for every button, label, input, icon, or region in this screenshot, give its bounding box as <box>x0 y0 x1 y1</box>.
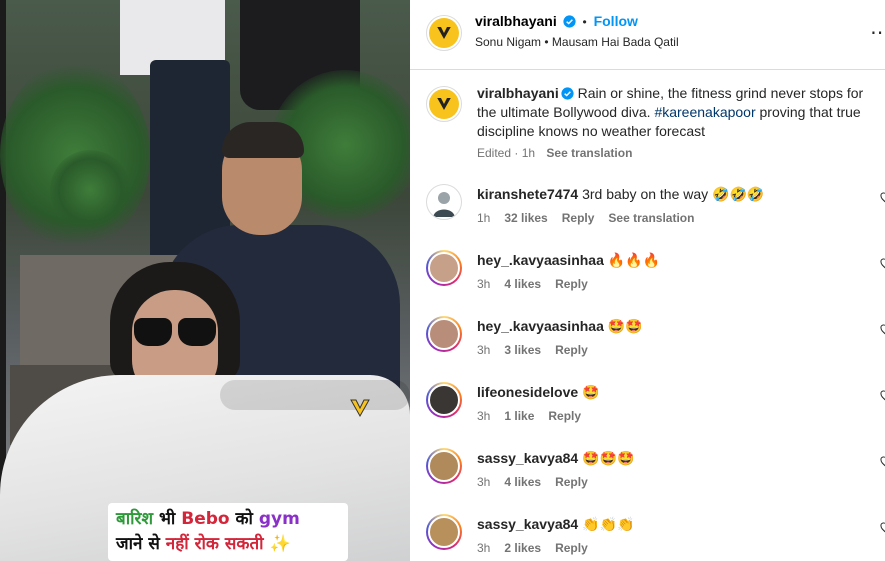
more-options-icon[interactable]: ⋯ <box>870 20 885 45</box>
comment-body: sassy_kavya84 👏👏👏 <box>477 516 634 533</box>
comment-item: sassy_kavya84 🤩🤩🤩 3h 4 likes Reply <box>426 448 885 508</box>
caption-meta: Edited · 1h See translation <box>477 146 632 160</box>
comment-emoji: 👏👏👏 <box>582 517 635 533</box>
comment-emoji: 🤩🤩 <box>607 319 643 335</box>
reply-button[interactable]: Reply <box>555 475 588 489</box>
reply-button[interactable]: Reply <box>555 277 588 291</box>
reply-button[interactable]: Reply <box>555 343 588 357</box>
overlay-segment: भी <box>158 509 182 529</box>
commenter-avatar[interactable] <box>426 448 462 484</box>
comment-likes[interactable]: 3 likes <box>504 343 541 357</box>
comment-meta: 3h 4 likes Reply <box>477 475 602 489</box>
video-text-overlay: बारिश भी Bebo को gym जाने से नहीं रोक सक… <box>108 503 348 561</box>
comment-body: hey_.kavyaasinhaa 🤩🤩 <box>477 318 643 335</box>
like-heart-icon[interactable] <box>880 456 885 468</box>
overlay-segment: बारिश <box>116 509 159 529</box>
comment-likes[interactable]: 1 like <box>504 409 534 423</box>
overlay-segment: ✨ <box>269 534 291 554</box>
commenter-avatar[interactable] <box>426 382 462 418</box>
comment-time: 3h <box>477 475 491 489</box>
commenter-avatar[interactable] <box>426 184 462 220</box>
comment-emoji: 🤣🤣🤣 <box>712 187 765 203</box>
hashtag-link[interactable]: #kareenakapoor <box>654 104 755 120</box>
commenter-username[interactable]: kiranshete7474 <box>477 186 578 202</box>
commenter-username[interactable]: lifeonesidelove <box>477 384 578 400</box>
commenter-username[interactable]: sassy_kavya84 <box>477 516 578 532</box>
like-heart-icon[interactable] <box>880 324 885 336</box>
comment-item: kiranshete7474 3rd baby on the way 🤣🤣🤣 1h… <box>426 184 885 244</box>
comment-body: kiranshete7474 3rd baby on the way 🤣🤣🤣 <box>477 186 764 203</box>
sunglasses <box>134 318 216 348</box>
reply-button[interactable]: Reply <box>555 541 588 555</box>
reel-video[interactable]: बारिश भी Bebo को gym जाने से नहीं रोक सक… <box>0 0 410 561</box>
reply-button[interactable]: Reply <box>548 409 581 423</box>
car-reflection <box>220 380 410 410</box>
verified-badge-icon <box>563 15 576 28</box>
comment-emoji: 🤩🤩🤩 <box>582 451 635 467</box>
comment-time: 3h <box>477 343 491 357</box>
caption-see-translation[interactable]: See translation <box>546 146 632 160</box>
post-header: viralbhayani • Follow Sonu Nigam • Mausa… <box>410 0 885 70</box>
watermark-logo-icon <box>350 399 370 418</box>
post-side-panel: viralbhayani • Follow Sonu Nigam • Mausa… <box>410 0 885 561</box>
overlay-line-1: बारिश भी Bebo को gym <box>116 507 340 531</box>
overlay-segment: gym <box>258 509 300 529</box>
verified-badge-icon <box>561 87 574 100</box>
plant-left-small <box>50 150 130 230</box>
audio-track[interactable]: Sonu Nigam • Mausam Hai Bada Qatil <box>475 35 679 49</box>
comment-emoji: 🔥🔥🔥 <box>607 253 661 269</box>
comment-time: 3h <box>477 409 491 423</box>
see-translation-button[interactable]: See translation <box>608 211 694 225</box>
comment-item: hey_.kavyaasinhaa 🔥🔥🔥 3h 4 likes Reply <box>426 250 885 310</box>
comment-likes[interactable]: 4 likes <box>504 277 541 291</box>
comment-time: 3h <box>477 541 491 555</box>
header-line: viralbhayani • Follow <box>475 13 638 29</box>
header-separator: • <box>582 15 587 29</box>
comment-meta: 1h 32 likes Reply See translation <box>477 211 708 225</box>
commenter-username[interactable]: sassy_kavya84 <box>477 450 578 466</box>
comment-item: lifeonesidelove 🤩 3h 1 like Reply <box>426 382 885 442</box>
bodyguard-hair <box>222 122 304 158</box>
commenter-username[interactable]: hey_.kavyaasinhaa <box>477 252 604 268</box>
commenter-avatar[interactable] <box>426 514 462 550</box>
viral-logo-icon <box>437 98 451 110</box>
caption-text: viralbhayani Rain or shine, the fitness … <box>477 84 877 141</box>
comment-meta: 3h 2 likes Reply <box>477 541 602 555</box>
commenter-avatar[interactable] <box>426 250 462 286</box>
comment-meta: 3h 1 like Reply <box>477 409 595 423</box>
overlay-segment: Bebo <box>181 509 236 529</box>
comment-likes[interactable]: 4 likes <box>504 475 541 489</box>
comment-likes[interactable]: 32 likes <box>504 211 547 225</box>
author-username[interactable]: viralbhayani <box>475 13 557 29</box>
like-heart-icon[interactable] <box>880 522 885 534</box>
overlay-segment: को <box>235 509 259 529</box>
like-heart-icon[interactable] <box>880 258 885 270</box>
reply-button[interactable]: Reply <box>562 211 595 225</box>
comment-time: 1h <box>477 211 491 225</box>
author-avatar[interactable] <box>426 15 462 51</box>
commenter-username[interactable]: hey_.kavyaasinhaa <box>477 318 604 334</box>
comment-emoji: 🤩 <box>582 385 600 401</box>
viral-logo-icon <box>437 27 451 39</box>
comment-body: lifeonesidelove 🤩 <box>477 384 599 401</box>
comment-meta: 3h 4 likes Reply <box>477 277 602 291</box>
commenter-avatar[interactable] <box>426 316 462 352</box>
comment-likes[interactable]: 2 likes <box>504 541 541 555</box>
caption-username[interactable]: viralbhayani <box>477 85 559 101</box>
comment-body: hey_.kavyaasinhaa 🔥🔥🔥 <box>477 252 660 269</box>
like-heart-icon[interactable] <box>880 390 885 402</box>
comment-item: hey_.kavyaasinhaa 🤩🤩 3h 3 likes Reply <box>426 316 885 376</box>
overlay-segment: नहीं रोक सकती <box>165 534 270 554</box>
caption-author-avatar[interactable] <box>426 86 462 122</box>
comment-meta: 3h 3 likes Reply <box>477 343 602 357</box>
overlay-line-2: जाने से नहीं रोक सकती ✨ <box>116 531 340 557</box>
comment-item: sassy_kavya84 👏👏👏 3h 2 likes Reply <box>426 514 885 561</box>
edited-time: Edited · 1h <box>477 146 536 160</box>
overlay-segment: जाने से <box>116 534 166 554</box>
comment-text: 3rd baby on the way <box>582 186 709 202</box>
like-heart-icon[interactable] <box>880 192 885 204</box>
follow-button[interactable]: Follow <box>594 13 638 29</box>
comment-time: 3h <box>477 277 491 291</box>
comment-body: sassy_kavya84 🤩🤩🤩 <box>477 450 634 467</box>
